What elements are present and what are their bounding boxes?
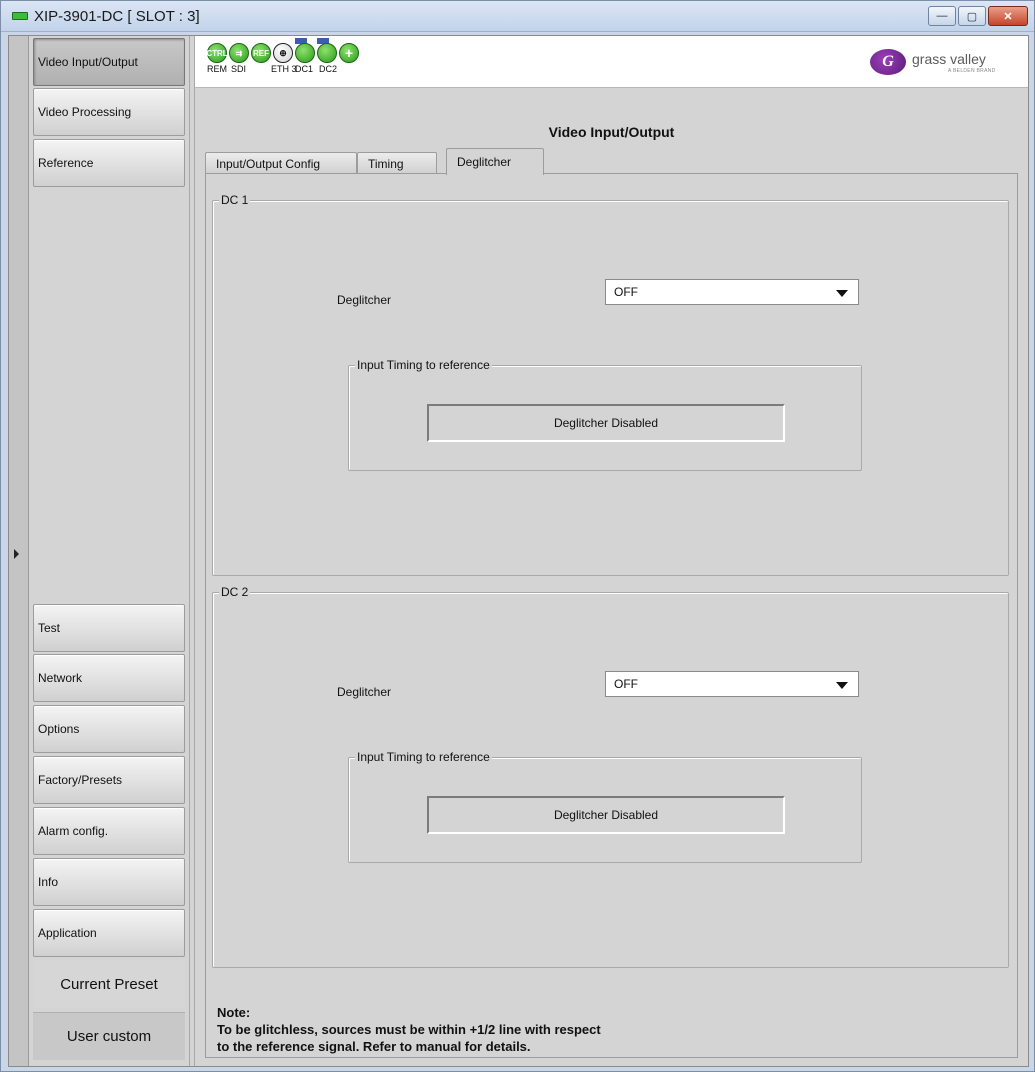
deglitcher-panel: DC 1 Deglitcher OFF Input Timing to refe… bbox=[205, 173, 1018, 1058]
dc1-timing-group: Input Timing to reference Deglitcher Dis… bbox=[348, 358, 862, 471]
sidebar-item-video-input-output[interactable]: Video Input/Output bbox=[33, 38, 185, 86]
sidebar-item-options[interactable]: Options bbox=[33, 705, 185, 753]
ethernet-status-icon[interactable]: ⊕ bbox=[273, 43, 293, 63]
dc1-group: DC 1 Deglitcher OFF Input Timing to refe… bbox=[212, 193, 1009, 576]
tab-timing[interactable]: Timing bbox=[357, 152, 437, 174]
window-title: XIP-3901-DC [ SLOT : 3] bbox=[34, 8, 200, 25]
minimize-button[interactable]: — bbox=[928, 6, 956, 26]
dc1-label: DC1 bbox=[295, 64, 314, 74]
sidebar-item-application[interactable]: Application bbox=[33, 909, 185, 957]
sidebar: Video Input/Output Video Processing Refe… bbox=[29, 36, 189, 1066]
sdi-label: SDI bbox=[231, 64, 247, 74]
dc2-timing-group: Input Timing to reference Deglitcher Dis… bbox=[348, 750, 862, 863]
window-controls: — ▢ ✕ bbox=[928, 6, 1028, 26]
logo-text: grass valley bbox=[912, 51, 986, 67]
sidebar-item-factory-presets[interactable]: Factory/Presets bbox=[33, 756, 185, 804]
dc2-deglitcher-select[interactable]: OFF bbox=[605, 671, 859, 697]
main-panel: CTRL REM ⇉ SDI REF ⊕ ETH 3 DC1 DC2 + G g… bbox=[195, 36, 1028, 1066]
sdi-status-icon[interactable]: ⇉ bbox=[229, 43, 249, 63]
app-window: XIP-3901-DC [ SLOT : 3] — ▢ ✕ Video Inpu… bbox=[0, 0, 1035, 1072]
sidebar-item-video-processing[interactable]: Video Processing bbox=[33, 88, 185, 136]
dc1-timing-readout: Deglitcher Disabled bbox=[427, 404, 785, 442]
sidebar-item-info[interactable]: Info bbox=[33, 858, 185, 906]
close-button[interactable]: ✕ bbox=[988, 6, 1028, 26]
page-title: Video Input/Output bbox=[548, 124, 675, 140]
gv-logo-icon: G bbox=[870, 49, 906, 75]
sidebar-collapse-bar[interactable] bbox=[9, 36, 29, 1066]
grass-valley-logo: G grass valley A BELDEN BRAND bbox=[870, 48, 1016, 76]
dc2-timing-readout: Deglitcher Disabled bbox=[427, 796, 785, 834]
add-status-icon[interactable]: + bbox=[339, 43, 359, 63]
title-bar[interactable]: XIP-3901-DC [ SLOT : 3] — ▢ ✕ bbox=[1, 1, 1034, 32]
expand-arrow-icon[interactable] bbox=[14, 549, 19, 559]
dc1-deglitcher-label: Deglitcher bbox=[337, 293, 392, 307]
logo-subtext: A BELDEN BRAND bbox=[948, 68, 996, 74]
note-line-2: to the reference signal. Refer to manual… bbox=[217, 1039, 531, 1054]
sidebar-item-alarm-config[interactable]: Alarm config. bbox=[33, 807, 185, 855]
dc2-timing-group-title: Input Timing to reference bbox=[355, 750, 492, 764]
sidebar-item-network[interactable]: Network bbox=[33, 654, 185, 702]
dc2-group-title: DC 2 bbox=[219, 585, 251, 599]
status-bar: CTRL REM ⇉ SDI REF ⊕ ETH 3 DC1 DC2 + G g… bbox=[195, 36, 1028, 88]
eth-label: ETH 3 bbox=[271, 64, 297, 74]
rem-label: REM bbox=[207, 64, 227, 74]
chevron-down-icon[interactable] bbox=[836, 290, 848, 297]
tab-input-output-config[interactable]: Input/Output Config bbox=[205, 152, 357, 174]
ref-status-icon[interactable]: REF bbox=[251, 43, 271, 63]
dc2-group: DC 2 Deglitcher OFF Input Timing to refe… bbox=[212, 585, 1009, 968]
dc2-deglitcher-value: OFF bbox=[614, 677, 638, 691]
maximize-button[interactable]: ▢ bbox=[958, 6, 986, 26]
current-preset-value: User custom bbox=[33, 1012, 185, 1060]
dc2-deglitcher-label: Deglitcher bbox=[337, 685, 392, 699]
dc1-group-title: DC 1 bbox=[219, 193, 251, 207]
dc2-label: DC2 bbox=[319, 64, 338, 74]
sidebar-item-reference[interactable]: Reference bbox=[33, 139, 185, 187]
note-line-1: To be glitchless, sources must be within… bbox=[217, 1022, 601, 1037]
current-preset-label: Current Preset bbox=[33, 960, 185, 1008]
app-icon bbox=[12, 12, 28, 20]
note-heading: Note: bbox=[217, 1005, 251, 1020]
dc2-status-icon[interactable] bbox=[317, 43, 337, 63]
sidebar-item-test[interactable]: Test bbox=[33, 604, 185, 652]
client-area: Video Input/Output Video Processing Refe… bbox=[8, 35, 1029, 1067]
ctrl-status-icon[interactable]: CTRL bbox=[206, 43, 228, 63]
note-text: Note: To be glitchless, sources must be … bbox=[217, 1004, 601, 1055]
dc1-deglitcher-select[interactable]: OFF bbox=[605, 279, 859, 305]
tab-deglitcher[interactable]: Deglitcher bbox=[446, 148, 544, 175]
dc1-status-icon[interactable] bbox=[295, 43, 315, 63]
dc1-deglitcher-value: OFF bbox=[614, 285, 638, 299]
dc1-timing-group-title: Input Timing to reference bbox=[355, 358, 492, 372]
chevron-down-icon[interactable] bbox=[836, 682, 848, 689]
